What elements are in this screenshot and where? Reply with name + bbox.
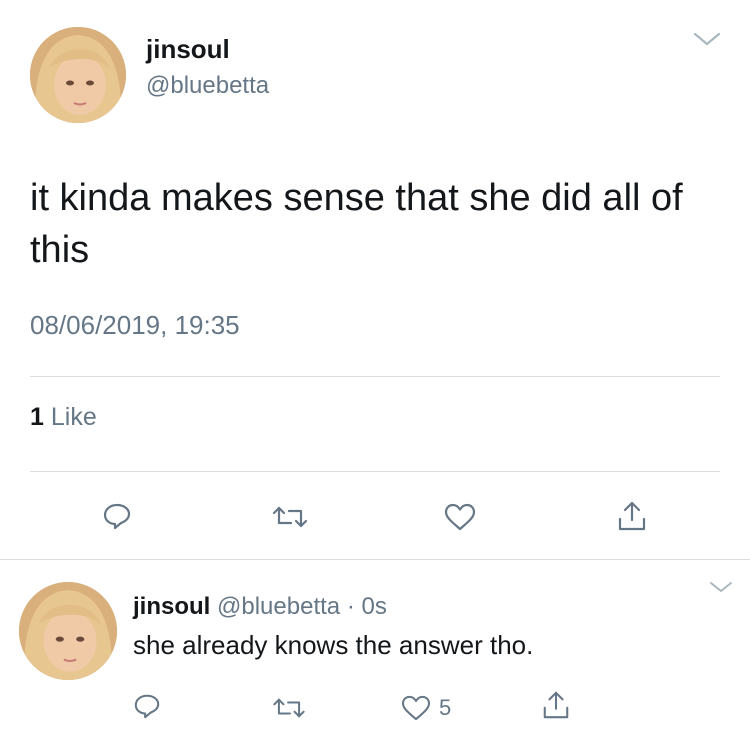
likes-label: Like: [50, 403, 97, 431]
divider: [30, 376, 720, 377]
chevron-down-icon[interactable]: [692, 28, 722, 50]
divider: [30, 471, 720, 472]
reply-reply-icon[interactable]: [133, 692, 161, 720]
reply-share-icon[interactable]: [541, 690, 571, 722]
reply-like-button[interactable]: 5: [401, 693, 451, 723]
divider: [0, 559, 750, 560]
reply-header: jinsoul @bluebetta · 0s: [133, 593, 387, 621]
handle[interactable]: @bluebetta: [146, 72, 269, 100]
reply-chevron-down-icon[interactable]: [708, 578, 734, 596]
reply-like-count: 5: [439, 695, 452, 720]
reply-handle[interactable]: @bluebetta: [217, 593, 340, 620]
like-icon[interactable]: [444, 503, 476, 531]
reply-time[interactable]: 0s: [361, 593, 386, 620]
timestamp[interactable]: 08/06/2019, 19:35: [30, 310, 240, 341]
reply-display-name[interactable]: jinsoul: [133, 593, 210, 620]
share-icon[interactable]: [616, 500, 648, 532]
reply-heart-icon: [401, 695, 431, 721]
reply-text: she already knows the answer tho.: [133, 630, 534, 660]
avatar[interactable]: [30, 27, 126, 123]
tweet-text: it kinda makes sense that she did all of…: [30, 177, 683, 271]
reply-icon[interactable]: [102, 501, 132, 531]
retweet-icon[interactable]: [271, 505, 309, 529]
separator-dot: ·: [346, 593, 355, 620]
display-name[interactable]: jinsoul: [146, 34, 230, 65]
reply-avatar[interactable]: [19, 582, 117, 680]
likes-summary[interactable]: 1 Like: [30, 403, 97, 432]
reply-retweet-icon[interactable]: [271, 697, 307, 719]
likes-count: 1: [30, 403, 44, 431]
